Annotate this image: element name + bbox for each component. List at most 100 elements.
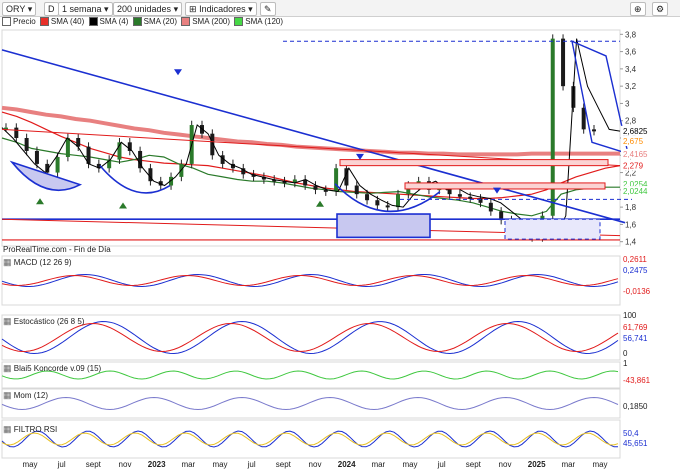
legend-sma40: SMA (40): [50, 17, 85, 27]
x-tick-label: sept: [466, 460, 482, 469]
period-select[interactable]: 1 semana ▾: [58, 2, 113, 16]
x-tick-label: nov: [309, 460, 322, 469]
x-tick-label: jul: [247, 460, 256, 469]
zone-dashed: [504, 218, 601, 240]
panel-value-label: 61,769: [623, 323, 648, 332]
legend-sma4: SMA (4): [99, 17, 129, 27]
gear-icon: ▦: [3, 424, 12, 434]
y-tick-label: 1,4: [625, 238, 637, 247]
panel-value-label: 56,741: [623, 334, 648, 343]
x-tick-label: mar: [181, 460, 195, 469]
price-candle: [385, 205, 390, 208]
indicators-button[interactable]: ⊞ Indicadores ▾: [185, 2, 257, 16]
rsi-name: FILTRO RSI: [13, 425, 58, 434]
macd-panel-label[interactable]: ▦ MACD (12 26 9): [3, 257, 72, 268]
price-candle: [375, 200, 380, 206]
indicators-label: Indicadores: [199, 4, 246, 14]
x-tick-label: sept: [276, 460, 292, 469]
price-candle: [34, 150, 39, 164]
toolbar: ORY ▾ D 1 semana ▾ 200 unidades ▾ ⊞ Indi…: [0, 0, 680, 17]
price-candle: [592, 129, 596, 132]
symbol-label: ORY: [6, 4, 26, 14]
y-tick-label: 3,6: [625, 48, 637, 57]
symbol-select[interactable]: ORY ▾: [2, 2, 37, 16]
value-label: 2,6825: [623, 127, 648, 136]
panel-value-label: 45,651: [623, 439, 648, 448]
source-text: ProRealTime.com - Fin de Día: [3, 245, 111, 254]
legend-swatch-sma40: [39, 17, 49, 27]
gear-icon: ⚙: [656, 4, 665, 14]
gear-icon: ▦: [3, 316, 12, 326]
plus-icon: ⊕: [634, 4, 642, 14]
x-tick-label: sept: [86, 460, 102, 469]
legend-sma20: SMA (20): [143, 17, 177, 27]
rsi-panel-label[interactable]: ▦ FILTRO RSI: [3, 424, 57, 435]
x-tick-label: mar: [561, 460, 575, 469]
koncorde-panel-label[interactable]: ▦ Blai5 Koncorde v.09 (15): [3, 363, 101, 374]
price-candle: [561, 38, 566, 87]
x-tick-label: mar: [371, 460, 385, 469]
zone-blue: [336, 213, 431, 239]
gear-icon: ▦: [3, 257, 12, 267]
y-tick-label: 3,2: [625, 82, 637, 91]
legend-swatch-sma20: [132, 17, 142, 27]
stoch-name: Estocástico (26 8 5): [13, 317, 85, 326]
mom-name: Mom (12): [13, 391, 48, 400]
legend-swatch-sma4: [88, 17, 98, 27]
price-candle: [365, 194, 370, 201]
price-candle: [24, 138, 29, 151]
legend-sma120: SMA (120): [245, 17, 284, 27]
zone-red-upper: [339, 159, 609, 167]
x-tick-label: may: [212, 460, 227, 469]
price-candle: [581, 107, 586, 130]
mom-panel-label[interactable]: ▦ Mom (12): [3, 390, 48, 401]
panel-value-label: 1: [623, 359, 628, 368]
x-tick-label: jul: [437, 460, 446, 469]
pencil-icon: ✎: [264, 4, 272, 14]
panel-value-label: 100: [623, 311, 637, 320]
gear-icon: ▦: [3, 363, 12, 373]
y-tick-label: 3: [625, 99, 630, 108]
price-candle: [55, 157, 60, 173]
value-label: 2,675: [623, 137, 644, 146]
d-toggle[interactable]: D: [44, 2, 59, 16]
value-label: 2,0244: [623, 187, 648, 196]
x-tick-label: may: [402, 460, 417, 469]
price-candle: [334, 168, 339, 192]
settings-button[interactable]: ⚙: [652, 2, 669, 16]
value-label: 2,4165: [623, 150, 648, 159]
main-panel: [1, 29, 621, 247]
add-tool-button[interactable]: ⊕: [630, 2, 646, 16]
panel-value-label: 0: [623, 349, 628, 358]
x-tick-label: may: [592, 460, 607, 469]
panel-value-label: 50,4: [623, 429, 639, 438]
x-tick-label: may: [22, 460, 37, 469]
legend-swatch-sma200: [181, 17, 191, 27]
value-label: 2,279: [623, 162, 644, 171]
price-candle: [14, 127, 19, 138]
panel-value-label: 0,2475: [623, 266, 648, 275]
y-tick-label: 1,6: [625, 220, 637, 229]
gear-icon: ▦: [3, 390, 12, 400]
price-candle: [457, 194, 462, 197]
legend-swatch-sma120: [234, 17, 244, 27]
draw-tool-button[interactable]: ✎: [260, 2, 276, 16]
legend-sma200: SMA (200): [192, 17, 231, 27]
y-tick-label: 3,8: [625, 30, 637, 39]
price-candle: [488, 202, 493, 212]
chart-canvas: 3,83,63,43,232,82,62,42,221,81,61,42,682…: [1, 29, 659, 469]
y-tick-label: 2,8: [625, 117, 637, 126]
price-candle: [396, 194, 400, 208]
price-candle: [468, 196, 473, 199]
x-tick-label: 2024: [338, 460, 356, 469]
indicators-icon: ⊞: [189, 4, 197, 14]
x-tick-label: 2023: [148, 460, 166, 469]
x-tick-label: 2025: [528, 460, 546, 469]
units-select[interactable]: 200 unidades ▾: [113, 2, 183, 16]
panel-value-label: -0,0136: [623, 287, 651, 296]
stoch-panel-label[interactable]: ▦ Estocástico (26 8 5): [3, 316, 84, 327]
y-tick-label: 3,4: [625, 65, 637, 74]
zone-red-mid: [404, 182, 606, 190]
price-candle: [354, 185, 359, 195]
x-tick-label: jul: [57, 460, 66, 469]
